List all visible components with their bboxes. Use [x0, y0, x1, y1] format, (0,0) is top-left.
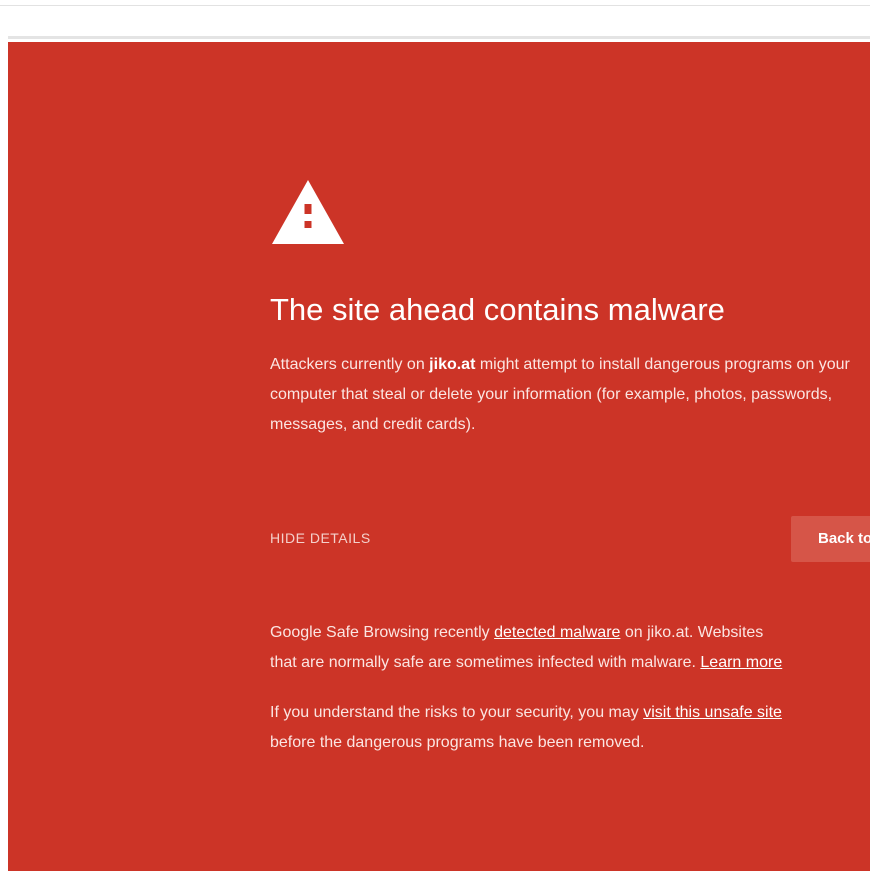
details-line-3-prefix: If you understand the risks to your secu…	[270, 704, 644, 721]
details-line-4: before the dangerous programs have been …	[270, 734, 645, 751]
warning-triangle-icon	[270, 178, 346, 246]
primary-message: Attackers currently on jiko.at might att…	[270, 350, 870, 440]
details-line-1: Google Safe Browsing recently detected m…	[270, 618, 870, 648]
details-line-2: that are normally safe are sometimes inf…	[270, 648, 870, 678]
back-to-safety-button[interactable]: Back to safety	[791, 516, 870, 562]
details-line-1-suffix: on jiko.at. Websites	[620, 624, 764, 641]
primary-message-prefix: Attackers currently on	[270, 356, 430, 373]
malware-warning-page: The site ahead contains malware Attacker…	[8, 42, 870, 871]
details-line-3: If you understand the risks to your secu…	[270, 698, 870, 728]
top-divider	[0, 5, 870, 6]
learn-more-link[interactable]: Learn more	[700, 654, 782, 671]
details-line-2-prefix: that are normally safe are sometimes inf…	[270, 654, 701, 671]
site-name: jiko.at	[429, 356, 476, 373]
hide-details-button[interactable]: HIDE DETAILS	[270, 530, 371, 546]
visit-unsafe-site-link[interactable]: visit this unsafe site	[643, 704, 782, 721]
browser-top-bar	[0, 0, 870, 40]
detected-malware-link[interactable]: detected malware	[494, 624, 620, 641]
toolbar-divider	[8, 36, 870, 39]
page-title: The site ahead contains malware	[270, 292, 725, 327]
details-line-1-prefix: Google Safe Browsing recently	[270, 624, 495, 641]
details-section: Google Safe Browsing recently detected m…	[270, 618, 870, 758]
